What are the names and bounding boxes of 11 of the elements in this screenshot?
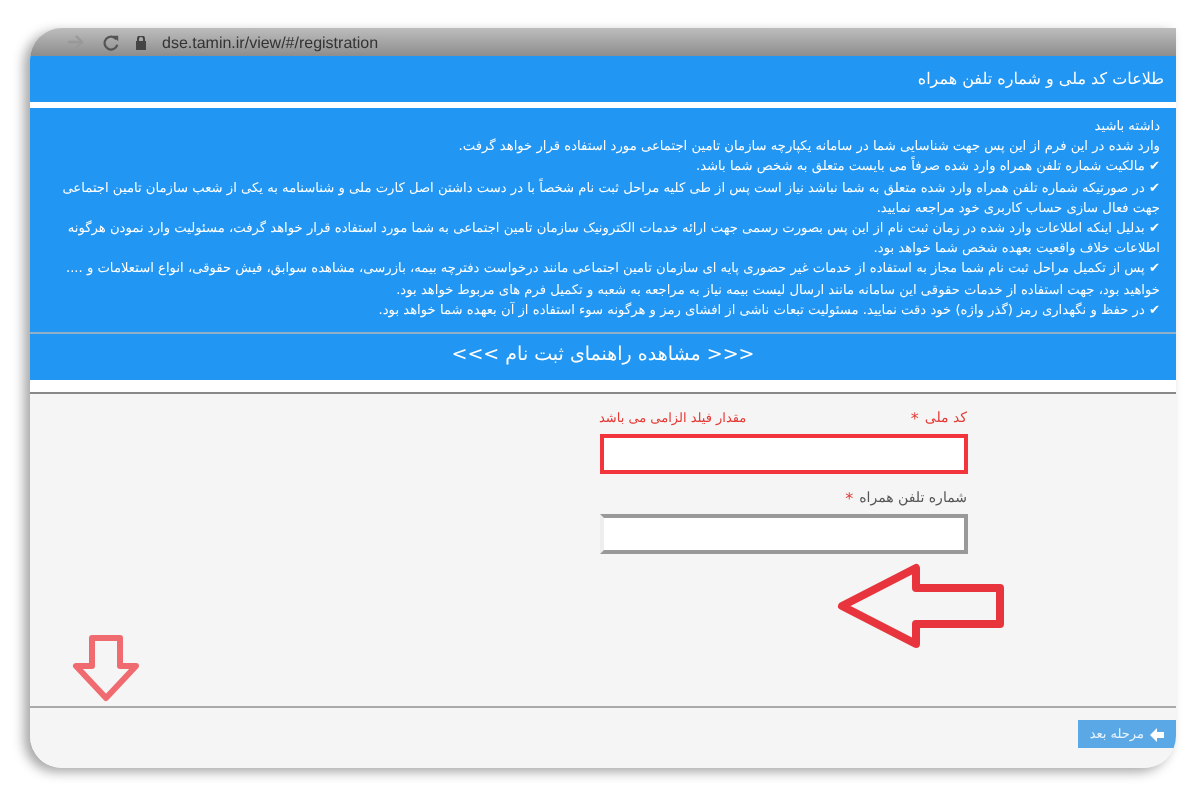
guide-link[interactable]: <<< مشاهده راهنمای ثبت نام >>> xyxy=(451,344,755,367)
lock-icon xyxy=(136,35,146,49)
arrow-left-icon xyxy=(1150,727,1164,741)
input-field[interactable] xyxy=(599,434,967,475)
arrow-drawing xyxy=(70,632,142,704)
url-text[interactable]: dse.tamin.ir/view/#/registration xyxy=(162,33,379,51)
input-field[interactable] xyxy=(599,514,967,555)
reload-icon[interactable] xyxy=(102,33,120,51)
section-title: طلاعات کد ملی و شماره تلفن همراه xyxy=(917,70,1164,88)
required-mark: * xyxy=(910,409,919,428)
required-mark: * xyxy=(845,489,854,508)
